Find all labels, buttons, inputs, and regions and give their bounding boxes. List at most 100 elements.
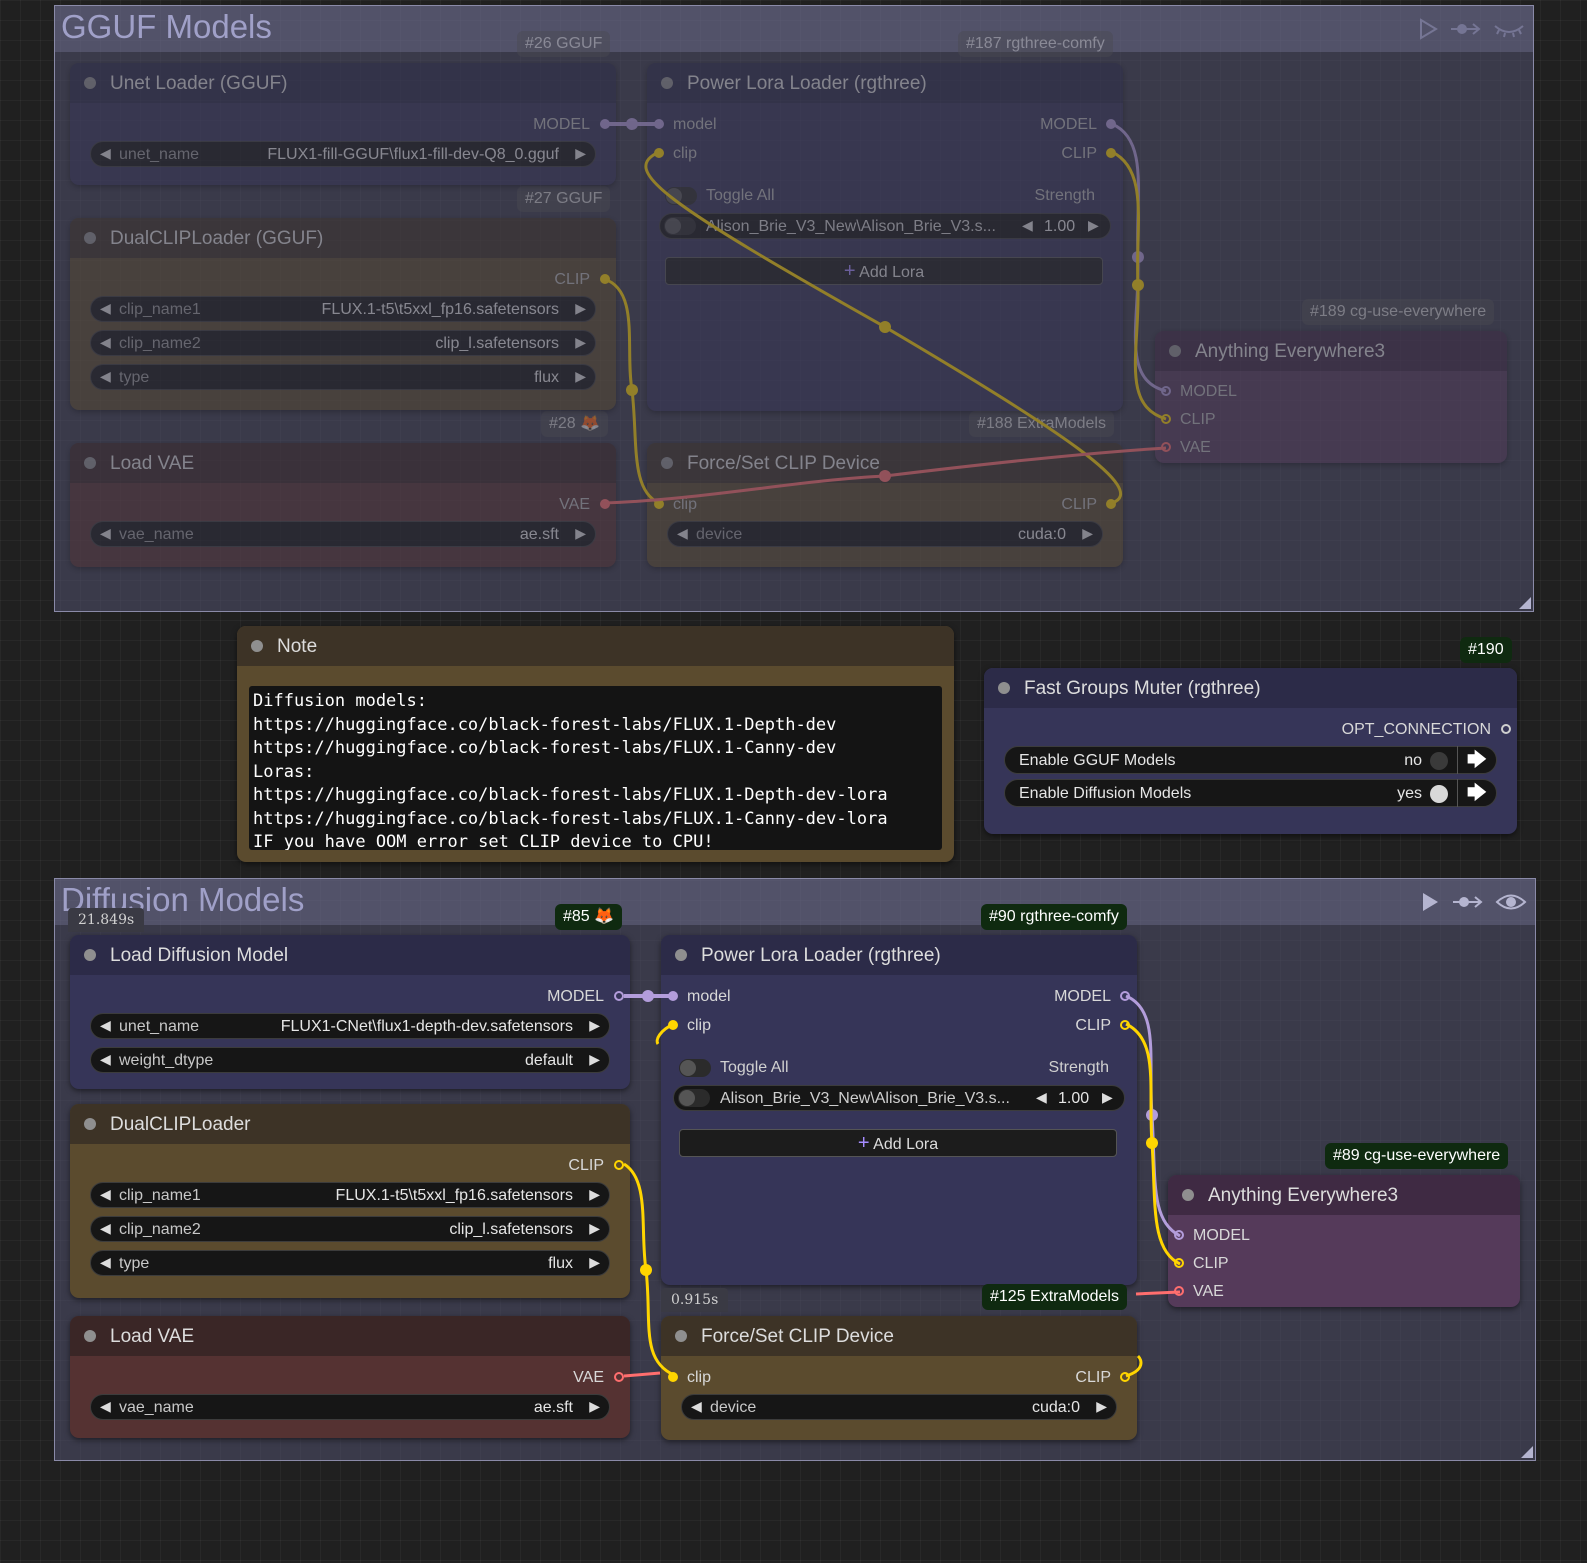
output-slot-vae[interactable] — [614, 1372, 624, 1382]
input-slot-model[interactable] — [668, 991, 678, 1001]
note-text-area[interactable]: Diffusion models: https://huggingface.co… — [249, 686, 942, 850]
increment-arrow[interactable]: ▶ — [589, 1186, 600, 1203]
decrement-arrow[interactable]: ◀ — [100, 1051, 111, 1068]
node-title: Fast Groups Muter (rgthree) — [1024, 678, 1261, 699]
input-slot-vae[interactable] — [1174, 1286, 1184, 1296]
node-title: Anything Everywhere3 — [1208, 1185, 1399, 1206]
increment-arrow[interactable]: ▶ — [589, 1220, 600, 1237]
increment-arrow[interactable]: ▶ — [589, 1398, 600, 1415]
widget-value: ae.sft — [533, 1399, 573, 1416]
node-collapse-dot[interactable] — [84, 949, 96, 961]
input-slot-clip[interactable] — [668, 1372, 678, 1382]
widget-value: flux — [548, 1255, 573, 1272]
widget-label: type — [119, 1255, 150, 1272]
widget-type[interactable]: ◀ type flux ▶ — [90, 1250, 610, 1276]
input-label: VAE — [1193, 1283, 1224, 1300]
lora-row[interactable]: Alison_Brie_V3_New\Alison_Brie_V3.s... ◀… — [673, 1085, 1125, 1111]
toggle-switch[interactable] — [1430, 752, 1448, 770]
lora-strength-value[interactable]: 1.00 — [1058, 1090, 1089, 1108]
widget-weight-dtype[interactable]: ◀ weight_dtype default ▶ — [90, 1047, 610, 1073]
widget-value: clip_l.safetensors — [449, 1221, 573, 1238]
widget-clip-name2[interactable]: ◀ clip_name2 clip_l.safetensors ▶ — [90, 1216, 610, 1242]
output-label: OPT_CONNECTION — [1341, 721, 1491, 738]
widget-unet-name[interactable]: ◀ unet_name FLUX1-CNet\flux1-depth-dev.s… — [90, 1013, 610, 1039]
toggle-switch[interactable] — [1430, 785, 1448, 803]
add-lora-button[interactable]: + Add Lora — [679, 1129, 1117, 1157]
wire-midpoint — [879, 321, 891, 333]
output-slot-clip[interactable] — [614, 1160, 624, 1170]
toggle-row-gguf[interactable]: Enable GGUF Models no 🡆 — [1004, 746, 1497, 774]
input-slot-model[interactable] — [1174, 1230, 1184, 1240]
node-note[interactable]: Note Diffusion models: https://huggingfa… — [237, 626, 954, 862]
toggle-all-switch[interactable] — [679, 1059, 711, 1077]
decrement-arrow[interactable]: ◀ — [100, 1186, 111, 1203]
gguf-wires — [603, 118, 1167, 505]
widget-label: device — [710, 1399, 757, 1416]
increment-arrow[interactable]: ▶ — [589, 1051, 600, 1068]
node-header[interactable]: DualCLIPLoader — [70, 1104, 630, 1144]
go-to-group-arrow-icon[interactable]: 🡆 — [1457, 779, 1496, 807]
go-to-group-arrow-icon[interactable]: 🡆 — [1457, 746, 1496, 774]
link-arrow-icon[interactable] — [1453, 891, 1483, 913]
node-collapse-dot[interactable] — [84, 1330, 96, 1342]
node-header[interactable]: Load Diffusion Model — [70, 935, 630, 975]
widget-clip-name1[interactable]: ◀ clip_name1 FLUX.1-t5\t5xxl_fp16.safete… — [90, 1182, 610, 1208]
node-title: DualCLIPLoader — [110, 1114, 251, 1135]
node-collapse-dot[interactable] — [84, 1118, 96, 1130]
widget-label: unet_name — [119, 1018, 200, 1035]
lora-name[interactable]: Alison_Brie_V3_New\Alison_Brie_V3.s... — [720, 1090, 1010, 1108]
node-header[interactable]: Load VAE — [70, 1316, 630, 1356]
widget-label: clip_name1 — [119, 1187, 201, 1204]
node-title: Load VAE — [110, 1326, 195, 1347]
widget-vae-name[interactable]: ◀ vae_name ae.sft ▶ — [90, 1394, 610, 1420]
output-slot-clip[interactable] — [1120, 1020, 1130, 1030]
execution-time: 0.915s — [661, 1288, 729, 1312]
input-label: MODEL — [1193, 1227, 1250, 1244]
node-collapse-dot[interactable] — [675, 1330, 687, 1342]
decrement-arrow[interactable]: ◀ — [100, 1017, 111, 1034]
increment-arrow[interactable]: ▶ — [1096, 1398, 1107, 1415]
strength-label: Strength — [1048, 1059, 1109, 1076]
node-collapse-dot[interactable] — [1182, 1189, 1194, 1201]
widget-value: cuda:0 — [1031, 1399, 1080, 1416]
node-anything-everywhere[interactable]: Anything Everywhere3 MODEL CLIP VAE — [1168, 1175, 1520, 1307]
input-slot-clip[interactable] — [1174, 1258, 1184, 1268]
output-slot-clip[interactable] — [1120, 1372, 1130, 1382]
output-label: VAE — [573, 1369, 604, 1386]
node-header[interactable]: Force/Set CLIP Device — [661, 1316, 1137, 1356]
widget-label: clip_name2 — [119, 1221, 201, 1238]
node-force-clip-device[interactable]: Force/Set CLIP Device clip CLIP ◀ device… — [661, 1316, 1137, 1440]
increment-arrow[interactable]: ▶ — [589, 1254, 600, 1271]
decrement-arrow[interactable]: ◀ — [100, 1254, 111, 1271]
decrement-arrow[interactable]: ◀ — [100, 1220, 111, 1237]
widget-device[interactable]: ◀ device cuda:0 ▶ — [681, 1394, 1117, 1420]
node-collapse-dot[interactable] — [675, 949, 687, 961]
node-header[interactable]: Power Lora Loader (rgthree) — [661, 935, 1137, 975]
node-header[interactable]: Note — [237, 626, 954, 666]
increment-arrow[interactable]: ▶ — [589, 1017, 600, 1034]
eye-icon[interactable] — [1495, 891, 1527, 913]
node-title: Note — [277, 636, 318, 657]
node-header[interactable]: Anything Everywhere3 — [1168, 1175, 1520, 1215]
play-icon[interactable] — [1419, 891, 1441, 913]
decrement-arrow[interactable]: ◀ — [1036, 1089, 1047, 1106]
node-dualcliploader[interactable]: DualCLIPLoader CLIP ◀ clip_name1 FLUX.1-… — [70, 1104, 630, 1298]
wire-midpoint — [879, 470, 891, 482]
node-power-lora-loader[interactable]: Power Lora Loader (rgthree) model clip M… — [661, 935, 1137, 1285]
increment-arrow[interactable]: ▶ — [1102, 1089, 1113, 1106]
toggle-row-diffusion[interactable]: Enable Diffusion Models yes 🡆 — [1004, 779, 1497, 807]
node-load-diffusion-model[interactable]: Load Diffusion Model MODEL ◀ unet_name F… — [70, 935, 630, 1089]
input-slot-clip[interactable] — [668, 1020, 678, 1030]
decrement-arrow[interactable]: ◀ — [691, 1398, 702, 1415]
lora-toggle[interactable] — [678, 1089, 710, 1107]
output-slot-model[interactable] — [614, 991, 624, 1001]
decrement-arrow[interactable]: ◀ — [100, 1398, 111, 1415]
node-load-vae[interactable]: Load VAE VAE ◀ vae_name ae.sft ▶ — [70, 1316, 630, 1438]
node-fast-groups-muter[interactable]: Fast Groups Muter (rgthree) OPT_CONNECTI… — [984, 668, 1517, 834]
output-slot-opt-connection[interactable] — [1501, 724, 1511, 734]
node-collapse-dot[interactable] — [998, 682, 1010, 694]
node-collapse-dot[interactable] — [251, 640, 263, 652]
group-resize-handle[interactable] — [1521, 1446, 1533, 1458]
output-slot-model[interactable] — [1120, 991, 1130, 1001]
node-header[interactable]: Fast Groups Muter (rgthree) — [984, 668, 1517, 708]
